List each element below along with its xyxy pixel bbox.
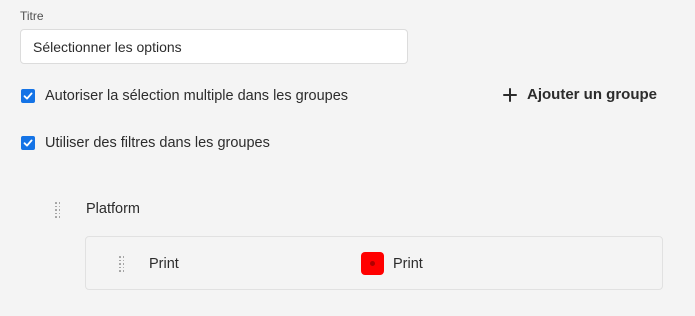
- checkmark-icon: [23, 139, 33, 147]
- swatch-indicator-icon: [370, 261, 375, 266]
- title-input[interactable]: [20, 29, 408, 64]
- use-filters-label: Utiliser des filtres dans les groupes: [45, 135, 270, 151]
- use-filters-checkbox[interactable]: [21, 136, 35, 150]
- group-drag-handle-icon[interactable]: [55, 202, 60, 218]
- option-drag-handle-icon[interactable]: [119, 256, 124, 272]
- plus-icon: [503, 87, 517, 102]
- checkmark-icon: [23, 92, 33, 100]
- multi-select-checkbox[interactable]: [21, 89, 35, 103]
- multi-select-label: Autoriser la sélection multiple dans les…: [45, 88, 349, 104]
- add-group-button[interactable]: Ajouter un groupe: [503, 86, 657, 103]
- color-swatch[interactable]: [361, 252, 384, 275]
- group-title[interactable]: Platform: [86, 201, 140, 217]
- option-label[interactable]: Print: [149, 256, 179, 272]
- option-value[interactable]: Print: [393, 256, 423, 272]
- add-group-label: Ajouter un groupe: [527, 86, 657, 103]
- title-field-label: Titre: [20, 9, 44, 23]
- multi-select-option: Autoriser la sélection multiple dans les…: [21, 88, 348, 104]
- use-filters-option: Utiliser des filtres dans les groupes: [21, 135, 270, 151]
